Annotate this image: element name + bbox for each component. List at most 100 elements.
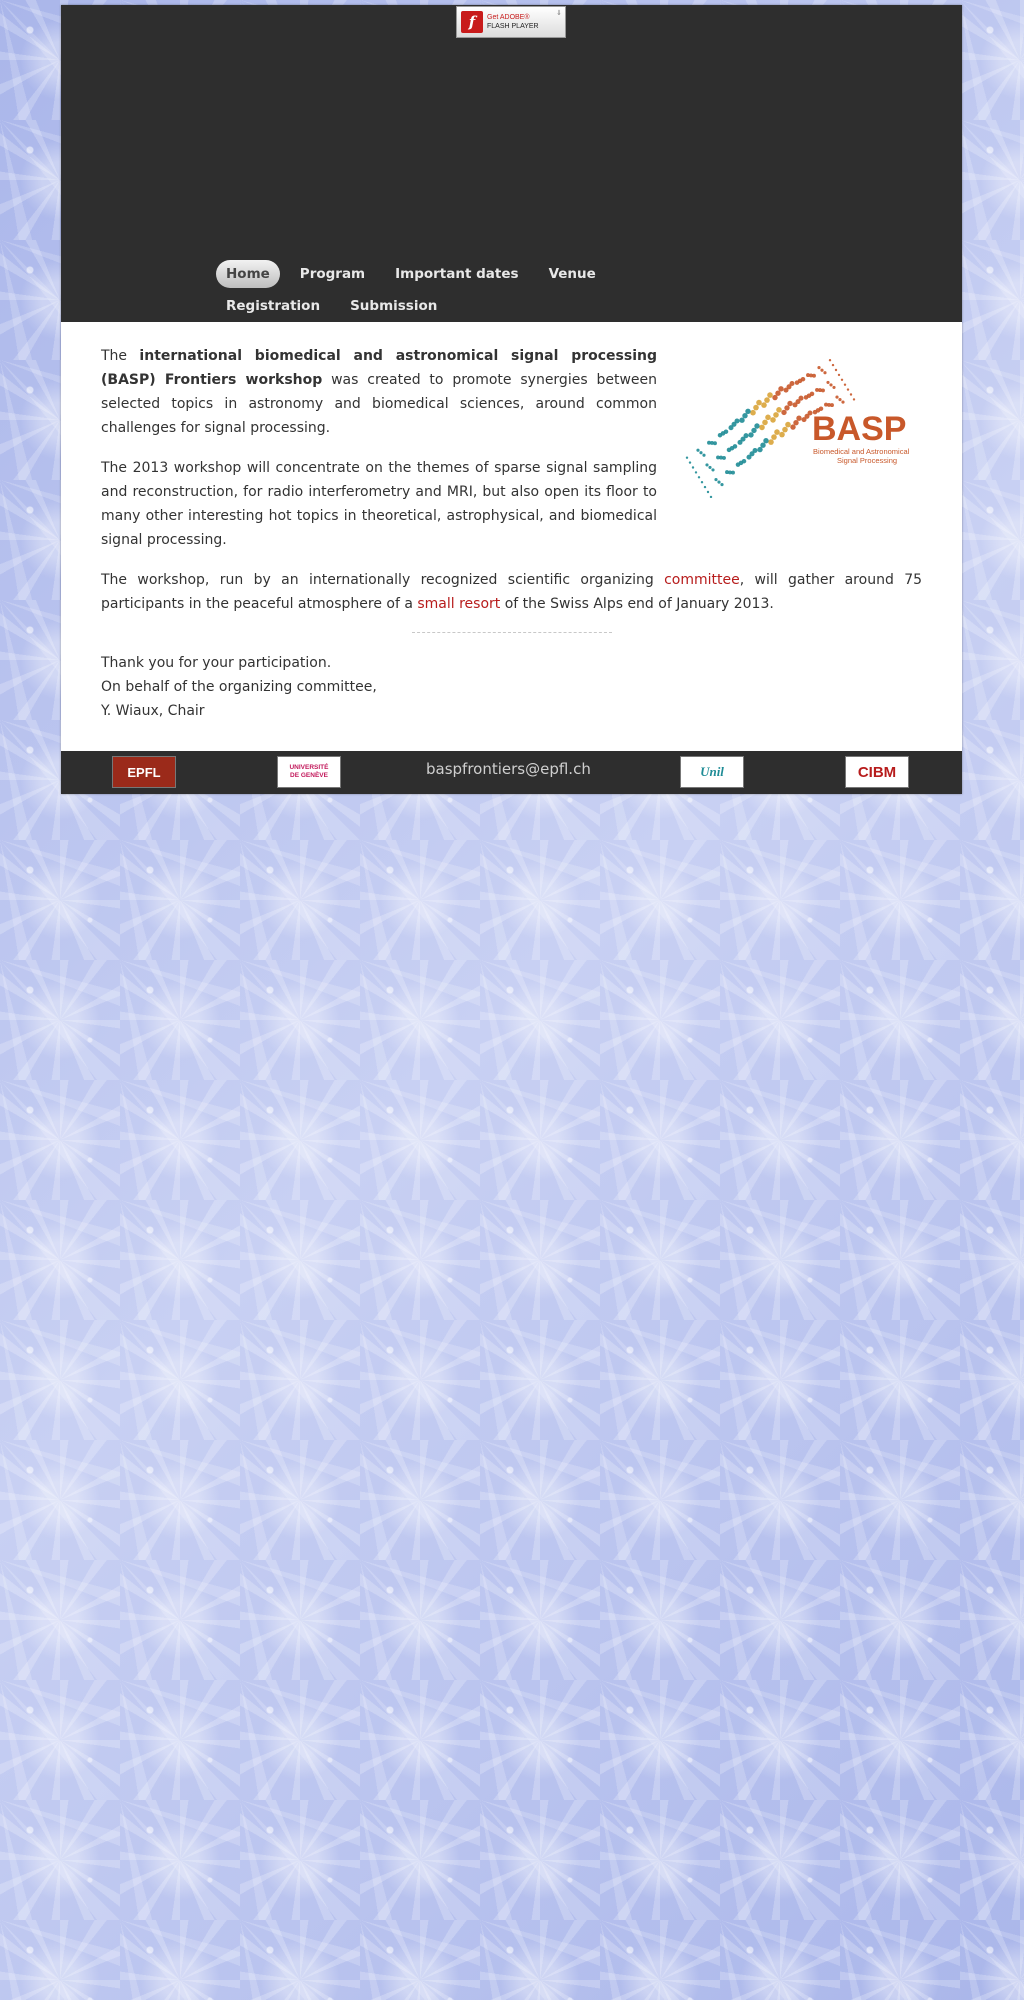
- logo-dot: [817, 366, 821, 370]
- nav-registration[interactable]: Registration: [216, 292, 330, 320]
- logo-dot: [767, 392, 773, 398]
- logo-dot: [775, 390, 781, 396]
- nav-submission[interactable]: Submission: [340, 292, 447, 320]
- logo-dot: [700, 481, 704, 484]
- logo-dot: [821, 388, 825, 393]
- logo-dot: [761, 402, 767, 408]
- logo-dot: [756, 399, 762, 406]
- logo-dot: [846, 388, 850, 391]
- contact-email[interactable]: baspfrontiers@epfl.ch: [426, 760, 591, 778]
- logo-dot: [709, 495, 713, 498]
- logo-dot: [717, 480, 721, 484]
- unige-logo[interactable]: UNIVERSITÉ DE GENÈVE: [277, 756, 341, 788]
- logo-dot: [705, 463, 709, 467]
- logo-dot: [713, 441, 717, 446]
- logo-dot: [688, 461, 692, 464]
- signature-line1: Thank you for your participation.: [101, 655, 332, 671]
- nav-program[interactable]: Program: [290, 260, 375, 288]
- logo-dot: [722, 455, 726, 460]
- logo-dot: [750, 409, 756, 416]
- logo-dot: [696, 448, 700, 452]
- logo-dot: [723, 429, 729, 434]
- committee-link[interactable]: committee: [664, 572, 740, 588]
- logo-dot: [757, 446, 763, 453]
- nav-home[interactable]: Home: [216, 260, 280, 288]
- logo-dot: [770, 417, 776, 423]
- flash-label-line1: Get ADOBE®: [487, 14, 530, 21]
- logo-dot: [702, 453, 706, 457]
- logo-dot: [742, 413, 748, 419]
- logo-dot: [800, 376, 806, 382]
- logo-dot: [765, 414, 771, 421]
- logo-dot: [764, 397, 770, 403]
- signature-line3: Y. Wiaux, Chair: [101, 703, 205, 719]
- logo-dot: [828, 359, 832, 362]
- logo-dot: [782, 426, 788, 433]
- logo-dot: [751, 427, 757, 434]
- logo-dot: [826, 380, 830, 384]
- logo-dot: [849, 393, 853, 396]
- nav-important-dates[interactable]: Important dates: [385, 260, 528, 288]
- page-container: f Get ADOBE® FLASH PLAYER ⇓ Home Program…: [61, 5, 962, 794]
- logo-dot: [829, 383, 833, 387]
- logo-dot: [778, 386, 784, 392]
- cibm-logo[interactable]: CIBM: [845, 756, 909, 788]
- logo-dot: [748, 432, 754, 438]
- logo-dot: [785, 421, 791, 428]
- logo-dot: [691, 466, 695, 469]
- logo-dot: [732, 444, 738, 449]
- logo-dot: [708, 465, 712, 469]
- epfl-logo[interactable]: EPFL: [112, 756, 176, 788]
- logo-dot: [773, 412, 779, 418]
- logo-dot: [823, 371, 827, 375]
- logo-dot: [835, 395, 839, 399]
- get-flash-player-button[interactable]: f Get ADOBE® FLASH PLAYER ⇓: [456, 6, 566, 38]
- logo-dot: [703, 485, 707, 489]
- logo-dot: [759, 424, 765, 431]
- logo-dot: [697, 476, 701, 479]
- logo-dot: [772, 394, 778, 401]
- logo-dot: [841, 400, 845, 404]
- basp-logo: BASP Biomedical and Astronomical Signal …: [685, 359, 910, 498]
- small-resort-link[interactable]: small resort: [417, 596, 500, 612]
- logo-dot: [852, 398, 856, 401]
- logo-dot: [793, 420, 799, 426]
- signature-block: Thank you for your participation. On beh…: [101, 651, 922, 723]
- logo-dot: [812, 373, 816, 378]
- logo-dot: [743, 433, 749, 439]
- logo-dot: [699, 451, 703, 455]
- flash-label-line2: FLASH PLAYER: [487, 23, 539, 30]
- logo-dot: [714, 478, 718, 482]
- logo-dot: [753, 404, 759, 411]
- logo-subtitle-line2: Signal Processing: [837, 456, 897, 465]
- main-content: BASP Biomedical and Astronomical Signal …: [61, 322, 962, 751]
- logo-dot: [784, 405, 790, 411]
- logo-dot: [789, 380, 795, 387]
- unil-logo[interactable]: Unil: [680, 756, 744, 788]
- logo-dot: [752, 447, 758, 454]
- signature-line2: On behalf of the organizing committee,: [101, 679, 377, 695]
- logo-dot: [809, 391, 815, 397]
- logo-dot: [820, 368, 824, 372]
- flash-player-icon: f: [461, 11, 483, 33]
- logo-dot: [779, 431, 785, 438]
- logo-dot: [745, 408, 751, 414]
- logo-dot: [798, 395, 804, 401]
- site-footer: EPFL UNIVERSITÉ DE GENÈVE baspfrontiers@…: [61, 751, 962, 794]
- site-header: f Get ADOBE® FLASH PLAYER ⇓ Home Program…: [61, 5, 962, 322]
- logo-dot: [837, 373, 841, 377]
- logo-dot: [731, 470, 735, 475]
- divider: [411, 632, 612, 633]
- logo-title: BASP: [812, 410, 906, 448]
- logo-dot: [830, 403, 834, 408]
- nav-venue[interactable]: Venue: [539, 260, 606, 288]
- logo-dot: [762, 419, 768, 426]
- logo-dot: [768, 439, 774, 445]
- logo-dot: [739, 417, 745, 423]
- logo-dot: [774, 429, 780, 435]
- logo-dot: [711, 468, 715, 472]
- logo-dot: [720, 483, 724, 487]
- logo-dot: [776, 407, 782, 413]
- logo-dot: [832, 385, 836, 389]
- logo-dot: [840, 378, 844, 381]
